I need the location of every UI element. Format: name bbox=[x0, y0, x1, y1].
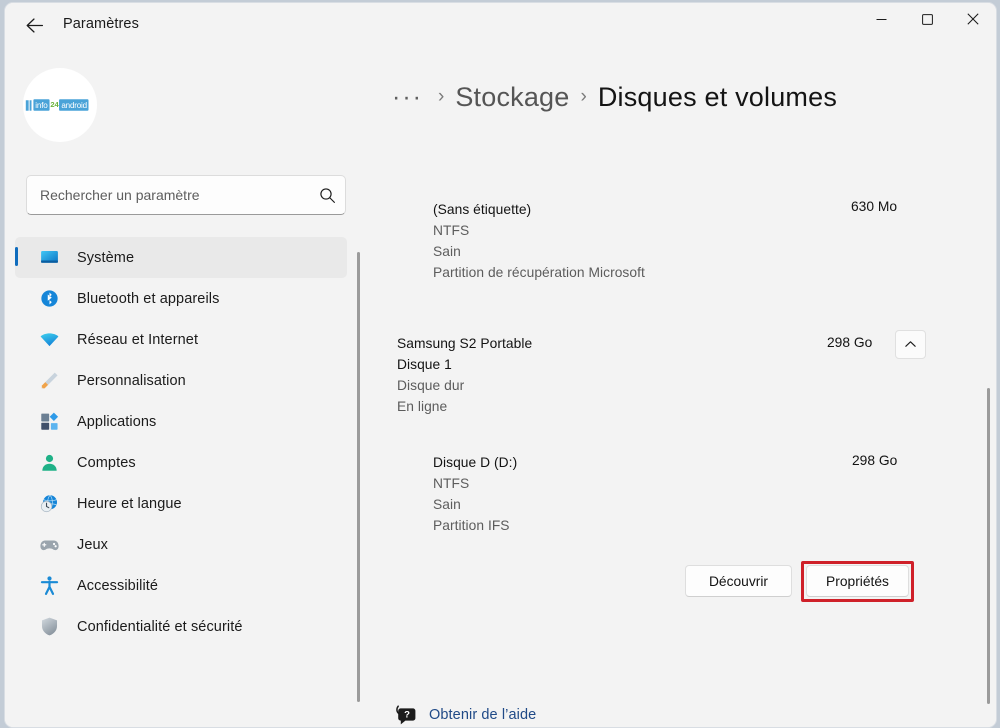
wifi-icon bbox=[39, 329, 60, 350]
apps-icon bbox=[39, 411, 60, 432]
monitor-icon bbox=[38, 247, 60, 269]
person-icon bbox=[39, 452, 60, 473]
app-title: Paramètres bbox=[63, 16, 139, 32]
breadcrumb-item-stockage[interactable]: Stockage bbox=[455, 82, 569, 113]
clock-globe-icon bbox=[38, 493, 60, 515]
volume-type: Partition de récupération Microsoft bbox=[433, 262, 645, 283]
avatar-logo: info 24 android bbox=[26, 98, 94, 111]
disk-size: 298 Go bbox=[827, 335, 872, 350]
breadcrumb-separator-1: › bbox=[438, 86, 444, 108]
search-box[interactable] bbox=[26, 175, 346, 215]
close-icon bbox=[967, 13, 979, 25]
apps-icon bbox=[38, 411, 60, 433]
back-button[interactable] bbox=[17, 9, 51, 41]
logo-bar-1 bbox=[26, 100, 29, 110]
sidebar-item-label: Réseau et Internet bbox=[77, 332, 198, 348]
breadcrumb-overflow-button[interactable]: ··· bbox=[388, 88, 427, 106]
logo-text-24: 24 bbox=[49, 101, 59, 109]
sidebar-item-confidentialite-et-securite[interactable]: Confidentialité et sécurité bbox=[15, 606, 347, 647]
disk-number: Disque 1 bbox=[397, 354, 532, 375]
title-bar: Paramètres bbox=[5, 3, 996, 47]
sidebar-item-bluetooth-et-appareils[interactable]: Bluetooth et appareils bbox=[15, 278, 347, 319]
help-question-icon: ? bbox=[393, 702, 419, 727]
person-icon bbox=[38, 452, 60, 474]
maximize-button[interactable] bbox=[904, 3, 950, 35]
sidebar-item-label: Confidentialité et sécurité bbox=[77, 619, 243, 635]
volume-health: Sain bbox=[433, 241, 645, 262]
sidebar-item-label: Personnalisation bbox=[77, 373, 186, 389]
wifi-icon bbox=[38, 329, 60, 351]
sidebar: info 24 android Système Bluetooth et appa… bbox=[5, 47, 363, 727]
volume-size: 630 Mo bbox=[851, 199, 897, 214]
sidebar-item-label: Bluetooth et appareils bbox=[77, 291, 219, 307]
paintbrush-icon bbox=[38, 370, 60, 392]
shield-icon bbox=[38, 616, 60, 638]
chevron-up-icon bbox=[904, 338, 917, 351]
disk-kind: Disque dur bbox=[397, 375, 532, 396]
page-title: Disques et volumes bbox=[598, 82, 837, 113]
close-button[interactable] bbox=[950, 3, 996, 35]
disk-status: En ligne bbox=[397, 396, 532, 417]
sidebar-item-applications[interactable]: Applications bbox=[15, 401, 347, 442]
maximize-icon bbox=[922, 14, 933, 25]
properties-button[interactable]: Propriétés bbox=[806, 565, 909, 597]
sidebar-item-personnalisation[interactable]: Personnalisation bbox=[15, 360, 347, 401]
gamepad-icon bbox=[38, 534, 60, 556]
sidebar-item-label: Applications bbox=[77, 414, 156, 430]
sidebar-item-label: Système bbox=[77, 250, 134, 266]
sidebar-item-reseau-et-internet[interactable]: Réseau et Internet bbox=[15, 319, 347, 360]
sidebar-item-jeux[interactable]: Jeux bbox=[15, 524, 347, 565]
sidebar-item-label: Jeux bbox=[77, 537, 108, 553]
sidebar-scrollbar[interactable] bbox=[357, 252, 360, 702]
search-icon bbox=[309, 187, 345, 204]
avatar[interactable]: info 24 android bbox=[23, 68, 97, 142]
arrow-left-icon bbox=[24, 15, 45, 36]
sidebar-item-label: Heure et langue bbox=[77, 496, 182, 512]
content-area: ··· › Stockage › Disques et volumes (San… bbox=[363, 47, 996, 727]
disk-volume-health: Sain bbox=[433, 494, 517, 515]
accessibility-icon bbox=[39, 575, 60, 596]
bluetooth-icon bbox=[38, 288, 60, 310]
volume-filesystem: NTFS bbox=[433, 220, 645, 241]
disk-volume-row[interactable]: Disque D (D:) NTFS Sain Partition IFS bbox=[433, 452, 517, 536]
disk-volume-type: Partition IFS bbox=[433, 515, 517, 536]
sidebar-nav: Système Bluetooth et appareils Réseau et I… bbox=[5, 237, 363, 727]
sidebar-item-systeme[interactable]: Système bbox=[15, 237, 347, 278]
shield-icon bbox=[39, 616, 60, 637]
explore-button[interactable]: Découvrir bbox=[685, 565, 792, 597]
volume-row[interactable]: (Sans étiquette) NTFS Sain Partition de … bbox=[433, 199, 645, 283]
sidebar-item-accessibilite[interactable]: Accessibilité bbox=[15, 565, 347, 606]
logo-bar-2 bbox=[30, 100, 32, 110]
volume-name: (Sans étiquette) bbox=[433, 199, 645, 220]
sidebar-item-heure-et-langue[interactable]: Heure et langue bbox=[15, 483, 347, 524]
disk-row[interactable]: Samsung S2 Portable Disque 1 Disque dur … bbox=[397, 333, 532, 417]
logo-text-info: info bbox=[33, 100, 49, 111]
sidebar-item-label: Comptes bbox=[77, 455, 136, 471]
minimize-icon bbox=[876, 14, 887, 25]
search-input[interactable] bbox=[27, 187, 309, 203]
content-scrollbar[interactable] bbox=[987, 388, 990, 704]
disk-volume-filesystem: NTFS bbox=[433, 473, 517, 494]
disk-collapse-button[interactable] bbox=[895, 330, 926, 359]
logo-text-android: android bbox=[59, 100, 88, 111]
breadcrumb: ··· › Stockage › Disques et volumes bbox=[388, 75, 837, 119]
clock-globe-icon bbox=[39, 493, 60, 514]
disk-volume-size: 298 Go bbox=[852, 453, 897, 468]
disk-name: Samsung S2 Portable bbox=[397, 333, 532, 354]
breadcrumb-separator-2: › bbox=[581, 86, 587, 108]
svg-text:?: ? bbox=[404, 710, 410, 721]
gamepad-icon bbox=[39, 534, 60, 555]
minimize-button[interactable] bbox=[858, 3, 904, 35]
monitor-icon bbox=[39, 247, 60, 268]
get-help-label: Obtenir de l’aide bbox=[429, 707, 536, 723]
sidebar-item-label: Accessibilité bbox=[77, 578, 158, 594]
get-help-link[interactable]: ? Obtenir de l’aide bbox=[393, 702, 536, 727]
paintbrush-icon bbox=[39, 370, 60, 391]
bluetooth-icon bbox=[39, 288, 60, 309]
accessibility-icon bbox=[38, 575, 60, 597]
settings-window: Paramètres info 24 android bbox=[4, 2, 997, 728]
sidebar-item-comptes[interactable]: Comptes bbox=[15, 442, 347, 483]
disk-volume-name: Disque D (D:) bbox=[433, 452, 517, 473]
